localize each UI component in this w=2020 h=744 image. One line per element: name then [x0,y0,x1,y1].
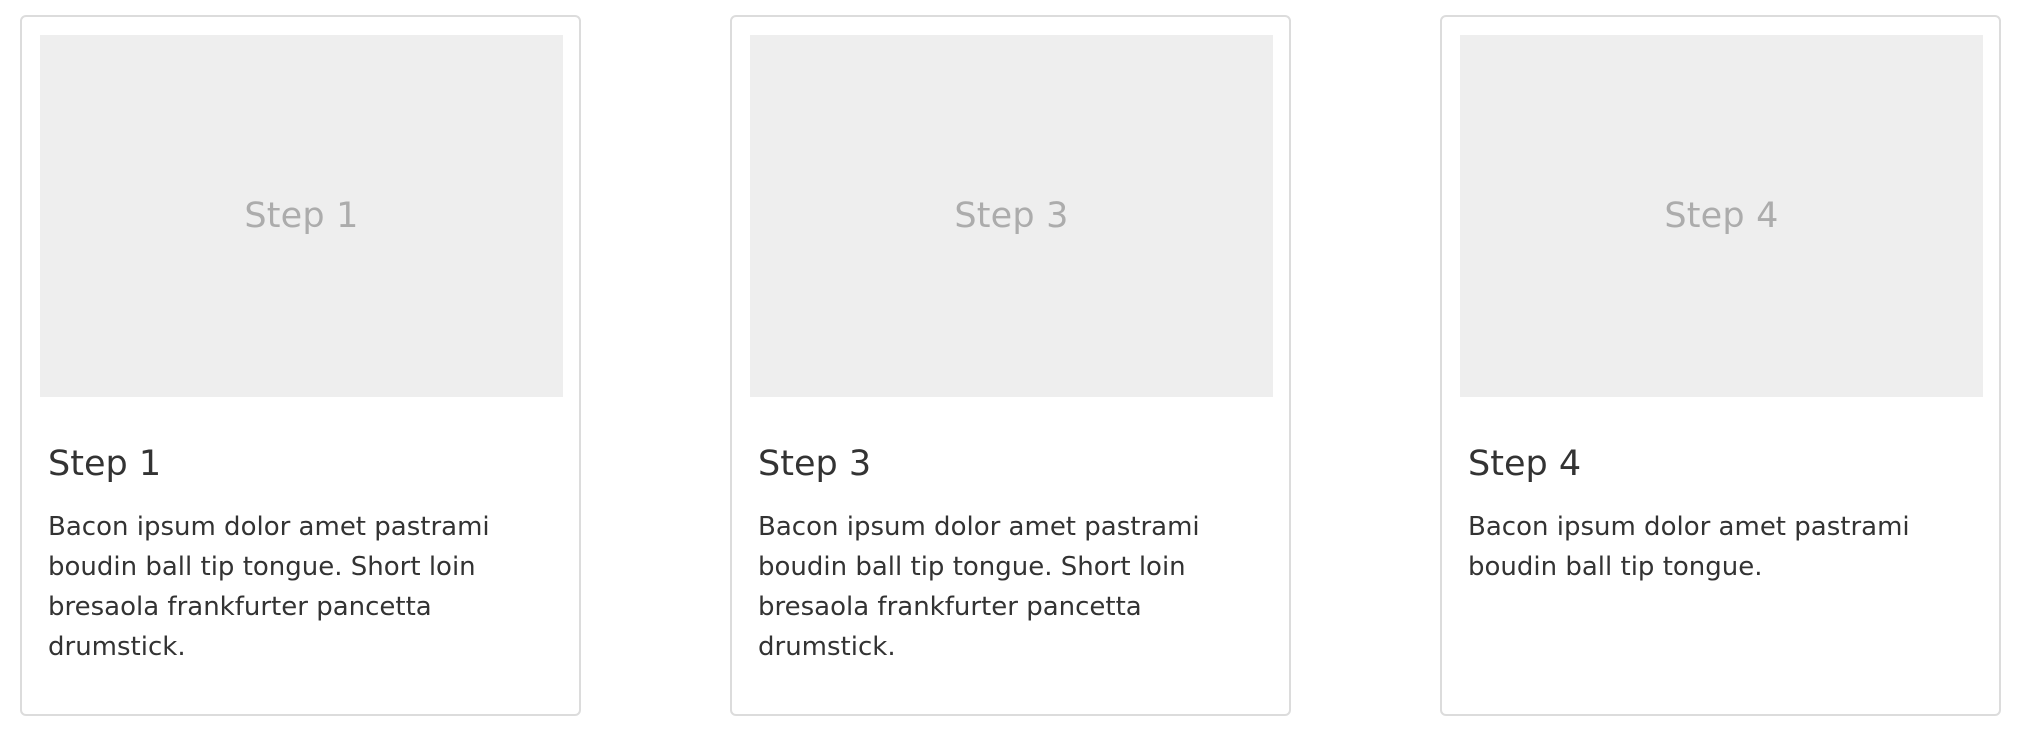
step-card: Step 4 Step 4 Bacon ipsum dolor amet pas… [1440,15,2001,716]
card-title: Step 4 [1468,444,1582,484]
step-card: Step 3 Step 3 Bacon ipsum dolor amet pas… [730,15,1291,716]
image-placeholder-label: Step 1 [244,196,359,236]
card-image-placeholder: Step 4 [1460,35,1983,397]
card-description: Bacon ipsum dolor amet pastrami boudin b… [758,512,1200,662]
card-title: Step 1 [48,444,162,484]
image-placeholder-label: Step 4 [1664,196,1779,236]
card-title: Step 3 [758,444,872,484]
card-description: Bacon ipsum dolor amet pastrami boudin b… [48,512,490,662]
card-description: Bacon ipsum dolor amet pastrami boudin b… [1468,512,1910,582]
card-image-placeholder: Step 1 [40,35,563,397]
image-placeholder-label: Step 3 [954,196,1069,236]
step-card: Step 1 Step 1 Bacon ipsum dolor amet pas… [20,15,581,716]
card-image-placeholder: Step 3 [750,35,1273,397]
